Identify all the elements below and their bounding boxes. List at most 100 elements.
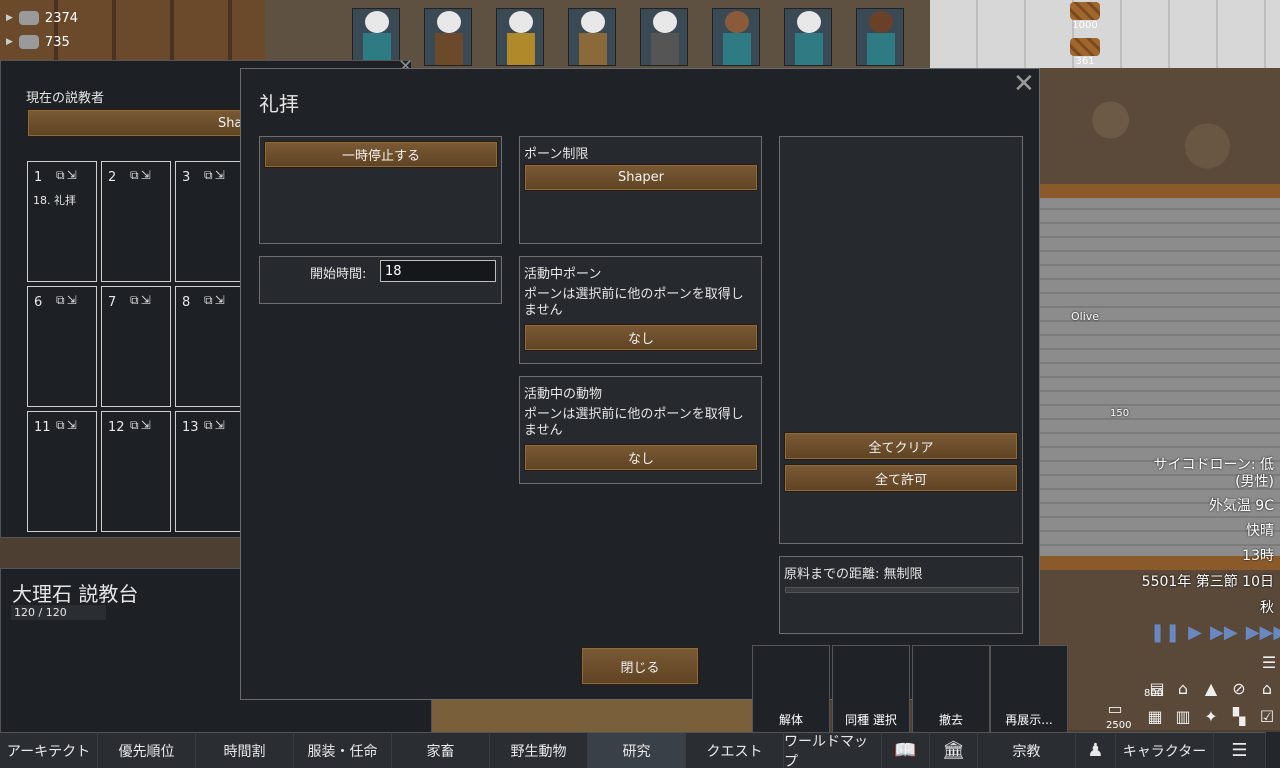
wood-log-icon — [1070, 2, 1100, 20]
roof-icon[interactable]: ⌂ — [1256, 678, 1278, 700]
copy-paste-icon[interactable]: ⧉⇲ — [130, 418, 153, 433]
pause-button[interactable]: 一時停止する — [264, 141, 498, 168]
distance-slider[interactable] — [785, 587, 1019, 593]
active-pawn-description: ポーンは選択前に他のポーンを取得しません — [524, 287, 744, 318]
colonist-portrait[interactable] — [856, 8, 904, 66]
tab-world[interactable]: ワールドマップ — [784, 732, 882, 768]
mountain-icon[interactable]: ▲ — [1200, 678, 1222, 700]
hit-points-bar: 120 / 120 — [11, 605, 106, 620]
copy-paste-icon[interactable]: ⧉⇲ — [204, 293, 227, 308]
home-area-icon[interactable]: ⌂ — [1172, 678, 1194, 700]
ritual-dialog: 礼拝 ✕ 一時停止する 開始時間: ポーン制限 Shaper 活動中ポーン ポー… — [240, 68, 1040, 700]
rock-area — [1038, 68, 1280, 198]
superfast-icon[interactable]: ▶▶▶ — [1246, 622, 1280, 643]
sermon-slot[interactable]: 8 ⧉⇲ — [175, 286, 245, 407]
factions-icon[interactable]: 🏛 — [930, 732, 978, 768]
select-similar-button[interactable]: 同種 選択 — [832, 645, 910, 733]
reinstall-button[interactable]: 再展示... — [990, 645, 1068, 733]
silver-icon — [18, 11, 39, 25]
tab-character[interactable]: キャラクター — [1116, 732, 1214, 768]
resource-silver[interactable]: ▶ 2374 — [6, 8, 98, 28]
temperature-icon[interactable]: ▚ — [1228, 706, 1250, 728]
copy-paste-icon[interactable]: ⧉⇲ — [204, 418, 227, 433]
beauty-icon[interactable]: ✦ — [1200, 706, 1222, 728]
wood-stack[interactable]: 361 — [1068, 38, 1102, 67]
stats-icon[interactable]: ▥ — [1172, 706, 1194, 728]
time-of-day: 13時 — [1242, 548, 1274, 564]
expand-arrow-icon: ▶ — [6, 13, 13, 23]
material-filter-section: 全てクリア 全て許可 — [779, 136, 1023, 544]
copy-paste-icon[interactable]: ⧉⇲ — [56, 418, 79, 433]
character-portrait-icon[interactable]: ♟ — [1076, 732, 1116, 768]
sermon-slot[interactable]: 3 ⧉⇲ — [175, 161, 245, 282]
tab-quests[interactable]: クエスト — [686, 732, 784, 768]
copy-paste-icon[interactable]: ⧉⇲ — [204, 168, 227, 183]
active-animal-button[interactable]: なし — [524, 444, 758, 471]
tab-architect[interactable]: アーキテクト — [0, 732, 98, 768]
start-time-section: 開始時間: — [259, 256, 502, 304]
stack-count: 800 — [1144, 688, 1164, 699]
sermon-slot[interactable]: 7 ⧉⇲ — [101, 286, 171, 407]
main-tab-bar: アーキテクト 優先順位 時間割 服装・任命 家畜 野生動物 研究 クエスト ワー… — [0, 732, 1280, 768]
sermon-slot[interactable]: 6 ⧉⇲ — [27, 286, 97, 407]
menu-icon[interactable]: ☰ — [1214, 732, 1266, 768]
sermon-slot[interactable]: 11 ⧉⇲ — [27, 411, 97, 532]
tab-research[interactable]: 研究 — [588, 732, 686, 768]
building-name: 大理石 説教台 — [12, 582, 139, 606]
checklist-icon[interactable]: ☑ — [1256, 706, 1278, 728]
allow-all-button[interactable]: 全て許可 — [784, 464, 1018, 492]
tab-ideoligion[interactable]: 宗教 — [978, 732, 1076, 768]
wood-wall — [1038, 184, 1280, 198]
close-icon[interactable]: ✕ — [1013, 69, 1035, 99]
uninstall-button[interactable]: 撤去 — [912, 645, 990, 733]
wood-stack[interactable]: 1000 — [1068, 2, 1102, 31]
sermon-slot[interactable]: 1 ⧉⇲ 18. 礼拝 — [27, 161, 97, 282]
component-icon — [18, 35, 39, 49]
item-count: 150 — [1110, 408, 1130, 419]
stack-count: 2500 — [1106, 720, 1132, 731]
tile-floor — [930, 0, 1280, 68]
no-entry-icon[interactable]: ⊘ — [1228, 678, 1250, 700]
resource-components[interactable]: ▶ 735 — [6, 32, 98, 52]
start-time-input[interactable] — [380, 260, 496, 282]
copy-paste-icon[interactable]: ⧉⇲ — [56, 168, 79, 183]
tab-work[interactable]: 優先順位 — [98, 732, 196, 768]
sermon-slot[interactable]: 13 ⧉⇲ — [175, 411, 245, 532]
tab-animals[interactable]: 家畜 — [392, 732, 490, 768]
distance-label: 原料までの距離: 無制限 — [784, 567, 923, 582]
active-animal-label: 活動中の動物 — [524, 387, 603, 402]
copy-paste-icon[interactable]: ⧉⇲ — [130, 168, 153, 183]
tab-schedule[interactable]: 時間割 — [196, 732, 294, 768]
colonist-portrait[interactable] — [496, 8, 544, 66]
fast-forward-icon[interactable]: ▶▶ — [1210, 622, 1238, 643]
zone-icon[interactable]: ▦ — [1144, 706, 1166, 728]
pause-icon[interactable]: ❚❚ — [1150, 622, 1180, 643]
tab-assign[interactable]: 服装・任命 — [294, 732, 392, 768]
book-icon[interactable]: 📖 — [882, 732, 930, 768]
outdoor-temperature: 外気温 9C — [1208, 498, 1274, 514]
pawn-restriction-section: ポーン制限 Shaper — [519, 136, 762, 244]
sermon-slot[interactable]: 2 ⧉⇲ — [101, 161, 171, 282]
clear-all-button[interactable]: 全てクリア — [784, 432, 1018, 460]
close-button[interactable]: 閉じる — [581, 647, 699, 685]
psychic-drone-gender: (男性) — [1235, 474, 1274, 490]
copy-paste-icon[interactable]: ⧉⇲ — [130, 293, 153, 308]
deconstruct-button[interactable]: 解体 — [752, 645, 830, 733]
pawn-label[interactable]: Olive — [1071, 310, 1099, 323]
list-icon[interactable]: ☰ — [1258, 652, 1280, 674]
copy-paste-icon[interactable]: ⧉⇲ — [56, 293, 79, 308]
distance-section: 原料までの距離: 無制限 — [779, 556, 1023, 634]
sermon-slot[interactable]: 12 ⧉⇲ — [101, 411, 171, 532]
colonist-portrait[interactable] — [424, 8, 472, 66]
colonist-portrait[interactable] — [352, 8, 400, 66]
pawn-restriction-button[interactable]: Shaper — [524, 164, 758, 191]
active-pawn-button[interactable]: なし — [524, 324, 758, 351]
colonist-portrait[interactable] — [712, 8, 760, 66]
dirt-floor — [432, 700, 762, 732]
colonist-portrait[interactable] — [568, 8, 616, 66]
tab-wildlife[interactable]: 野生動物 — [490, 732, 588, 768]
colonist-portrait[interactable] — [784, 8, 832, 66]
play-icon[interactable]: ▶ — [1188, 622, 1202, 643]
steel-stack-icon[interactable]: ▭ — [1104, 698, 1126, 720]
colonist-portrait[interactable] — [640, 8, 688, 66]
